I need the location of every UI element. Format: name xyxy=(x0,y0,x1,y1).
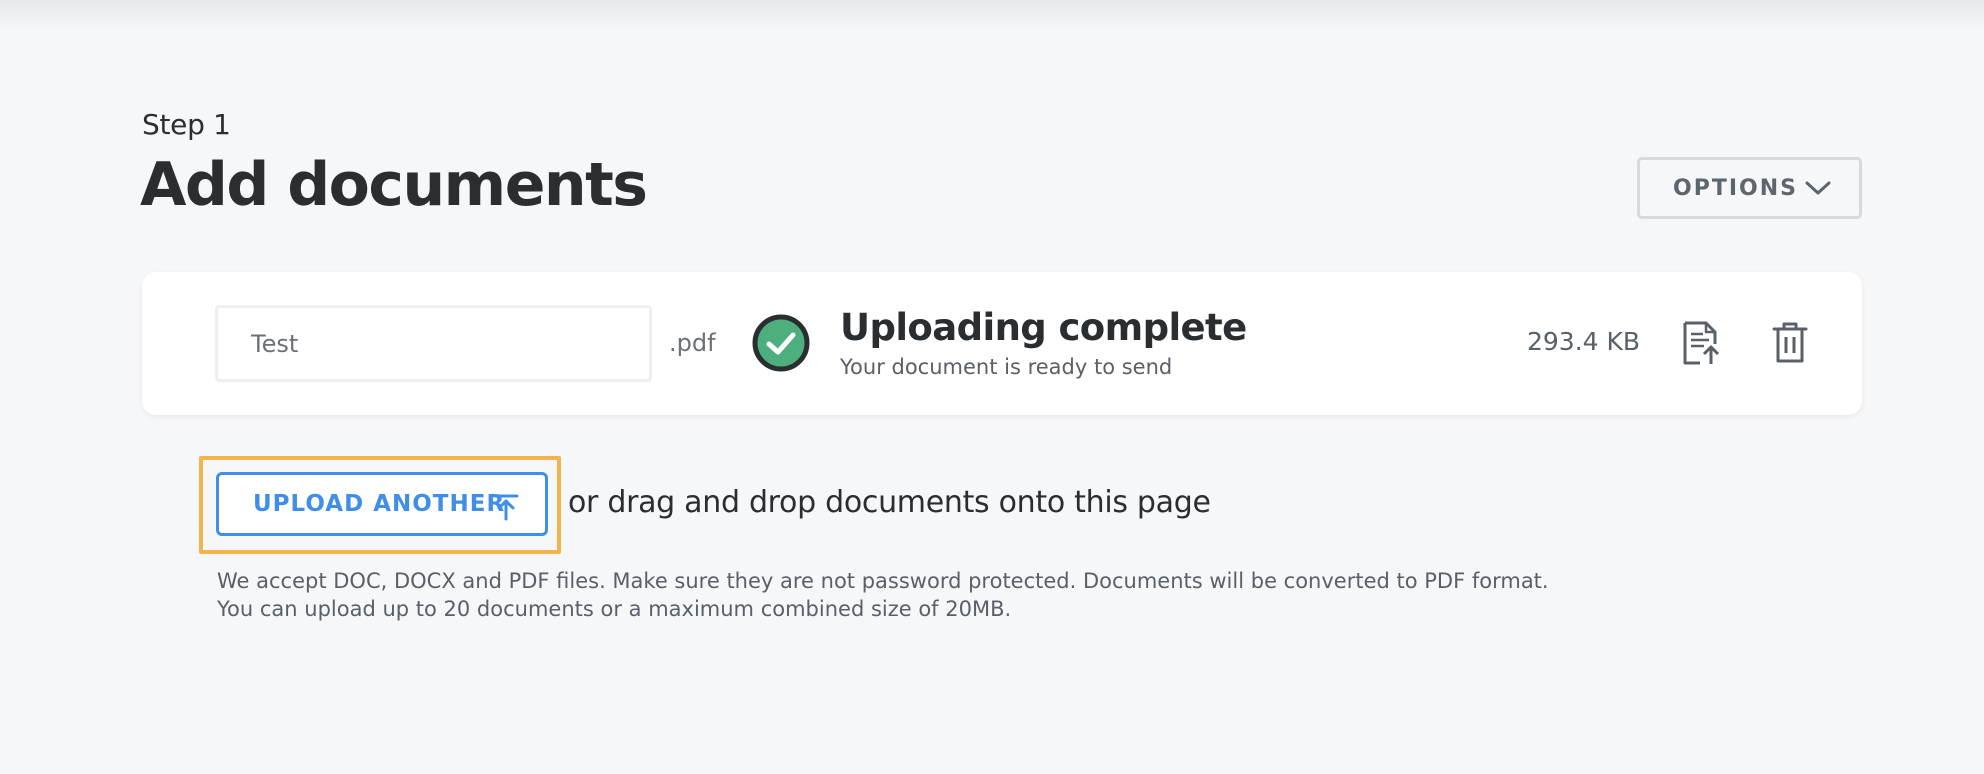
options-button[interactable]: OPTIONS xyxy=(1637,157,1862,219)
help-line-limits: You can upload up to 20 documents or a m… xyxy=(217,597,1012,621)
help-line-formats: We accept DOC, DOCX and PDF files. Make … xyxy=(217,569,1549,593)
arrow-up-icon xyxy=(493,494,519,521)
chevron-down-icon xyxy=(1805,181,1831,195)
document-name-input[interactable] xyxy=(215,305,652,382)
upload-status-title: Uploading complete xyxy=(840,306,1247,349)
file-size: 293.4 KB xyxy=(1527,327,1641,356)
page-title: Add documents xyxy=(140,150,648,220)
document-card: .pdf Uploading complete Your document is… xyxy=(142,272,1862,415)
upload-another-button[interactable]: UPLOAD ANOTHER xyxy=(216,472,548,536)
upload-another-label: UPLOAD ANOTHER xyxy=(253,491,506,517)
file-extension: .pdf xyxy=(669,329,716,357)
trash-icon[interactable] xyxy=(1772,320,1808,364)
step-label: Step 1 xyxy=(142,108,231,141)
upload-status-subtitle: Your document is ready to send xyxy=(840,355,1173,379)
upload-help-text: We accept DOC, DOCX and PDF files. Make … xyxy=(217,567,1549,623)
document-upload-icon[interactable] xyxy=(1682,320,1722,366)
drag-drop-hint: or drag and drop documents onto this pag… xyxy=(568,485,1211,520)
check-circle-icon xyxy=(752,314,810,372)
options-label: OPTIONS xyxy=(1673,175,1798,201)
top-bar-shadow xyxy=(0,0,1984,30)
